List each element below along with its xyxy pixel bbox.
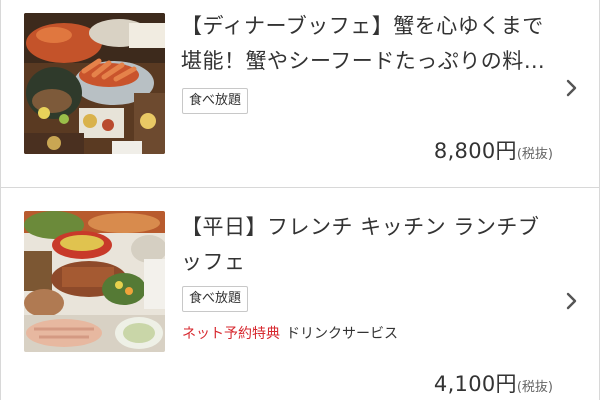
price-tax-note: (税抜): [516, 147, 553, 162]
plan-title[interactable]: 【ディナーブッフェ】蟹を心ゆくまで堪能！蟹やシーフードたっぷりの料理…: [181, 9, 556, 79]
chevron-right-icon[interactable]: [565, 79, 579, 97]
price-amount: 4,100円: [433, 372, 517, 396]
online-booking-perk: ネット予約特典 ドリンクサービス: [182, 324, 398, 344]
plan-price: 4,100円(税抜): [434, 368, 553, 398]
plan-price: 8,800円(税抜): [434, 135, 553, 165]
perk-text: ドリンクサービス: [286, 326, 398, 342]
crab-buffet-photo: [24, 13, 165, 154]
lunch-buffet-photo: [24, 211, 165, 352]
plan-tag-all-you-can-eat: 食べ放題: [182, 286, 249, 312]
perk-label: ネット予約特典: [182, 326, 280, 342]
plan-item-weekday-lunch-buffet[interactable]: 【平日】フレンチ キッチン ランチブッフェ 食べ放題 ネット予約特典 ドリンクサー…: [1, 189, 599, 400]
plan-title[interactable]: 【平日】フレンチ キッチン ランチブッフェ: [181, 210, 556, 280]
price-amount: 8,800円: [433, 139, 517, 163]
chevron-right-icon[interactable]: [565, 292, 579, 310]
plan-item-dinner-buffet[interactable]: 【ディナーブッフェ】蟹を心ゆくまで堪能！蟹やシーフードたっぷりの料理… 食べ放題…: [1, 0, 599, 188]
plan-tag-all-you-can-eat: 食べ放題: [182, 88, 249, 114]
price-tax-note: (税抜): [516, 380, 553, 395]
plan-list: 【ディナーブッフェ】蟹を心ゆくまで堪能！蟹やシーフードたっぷりの料理… 食べ放題…: [0, 0, 600, 400]
